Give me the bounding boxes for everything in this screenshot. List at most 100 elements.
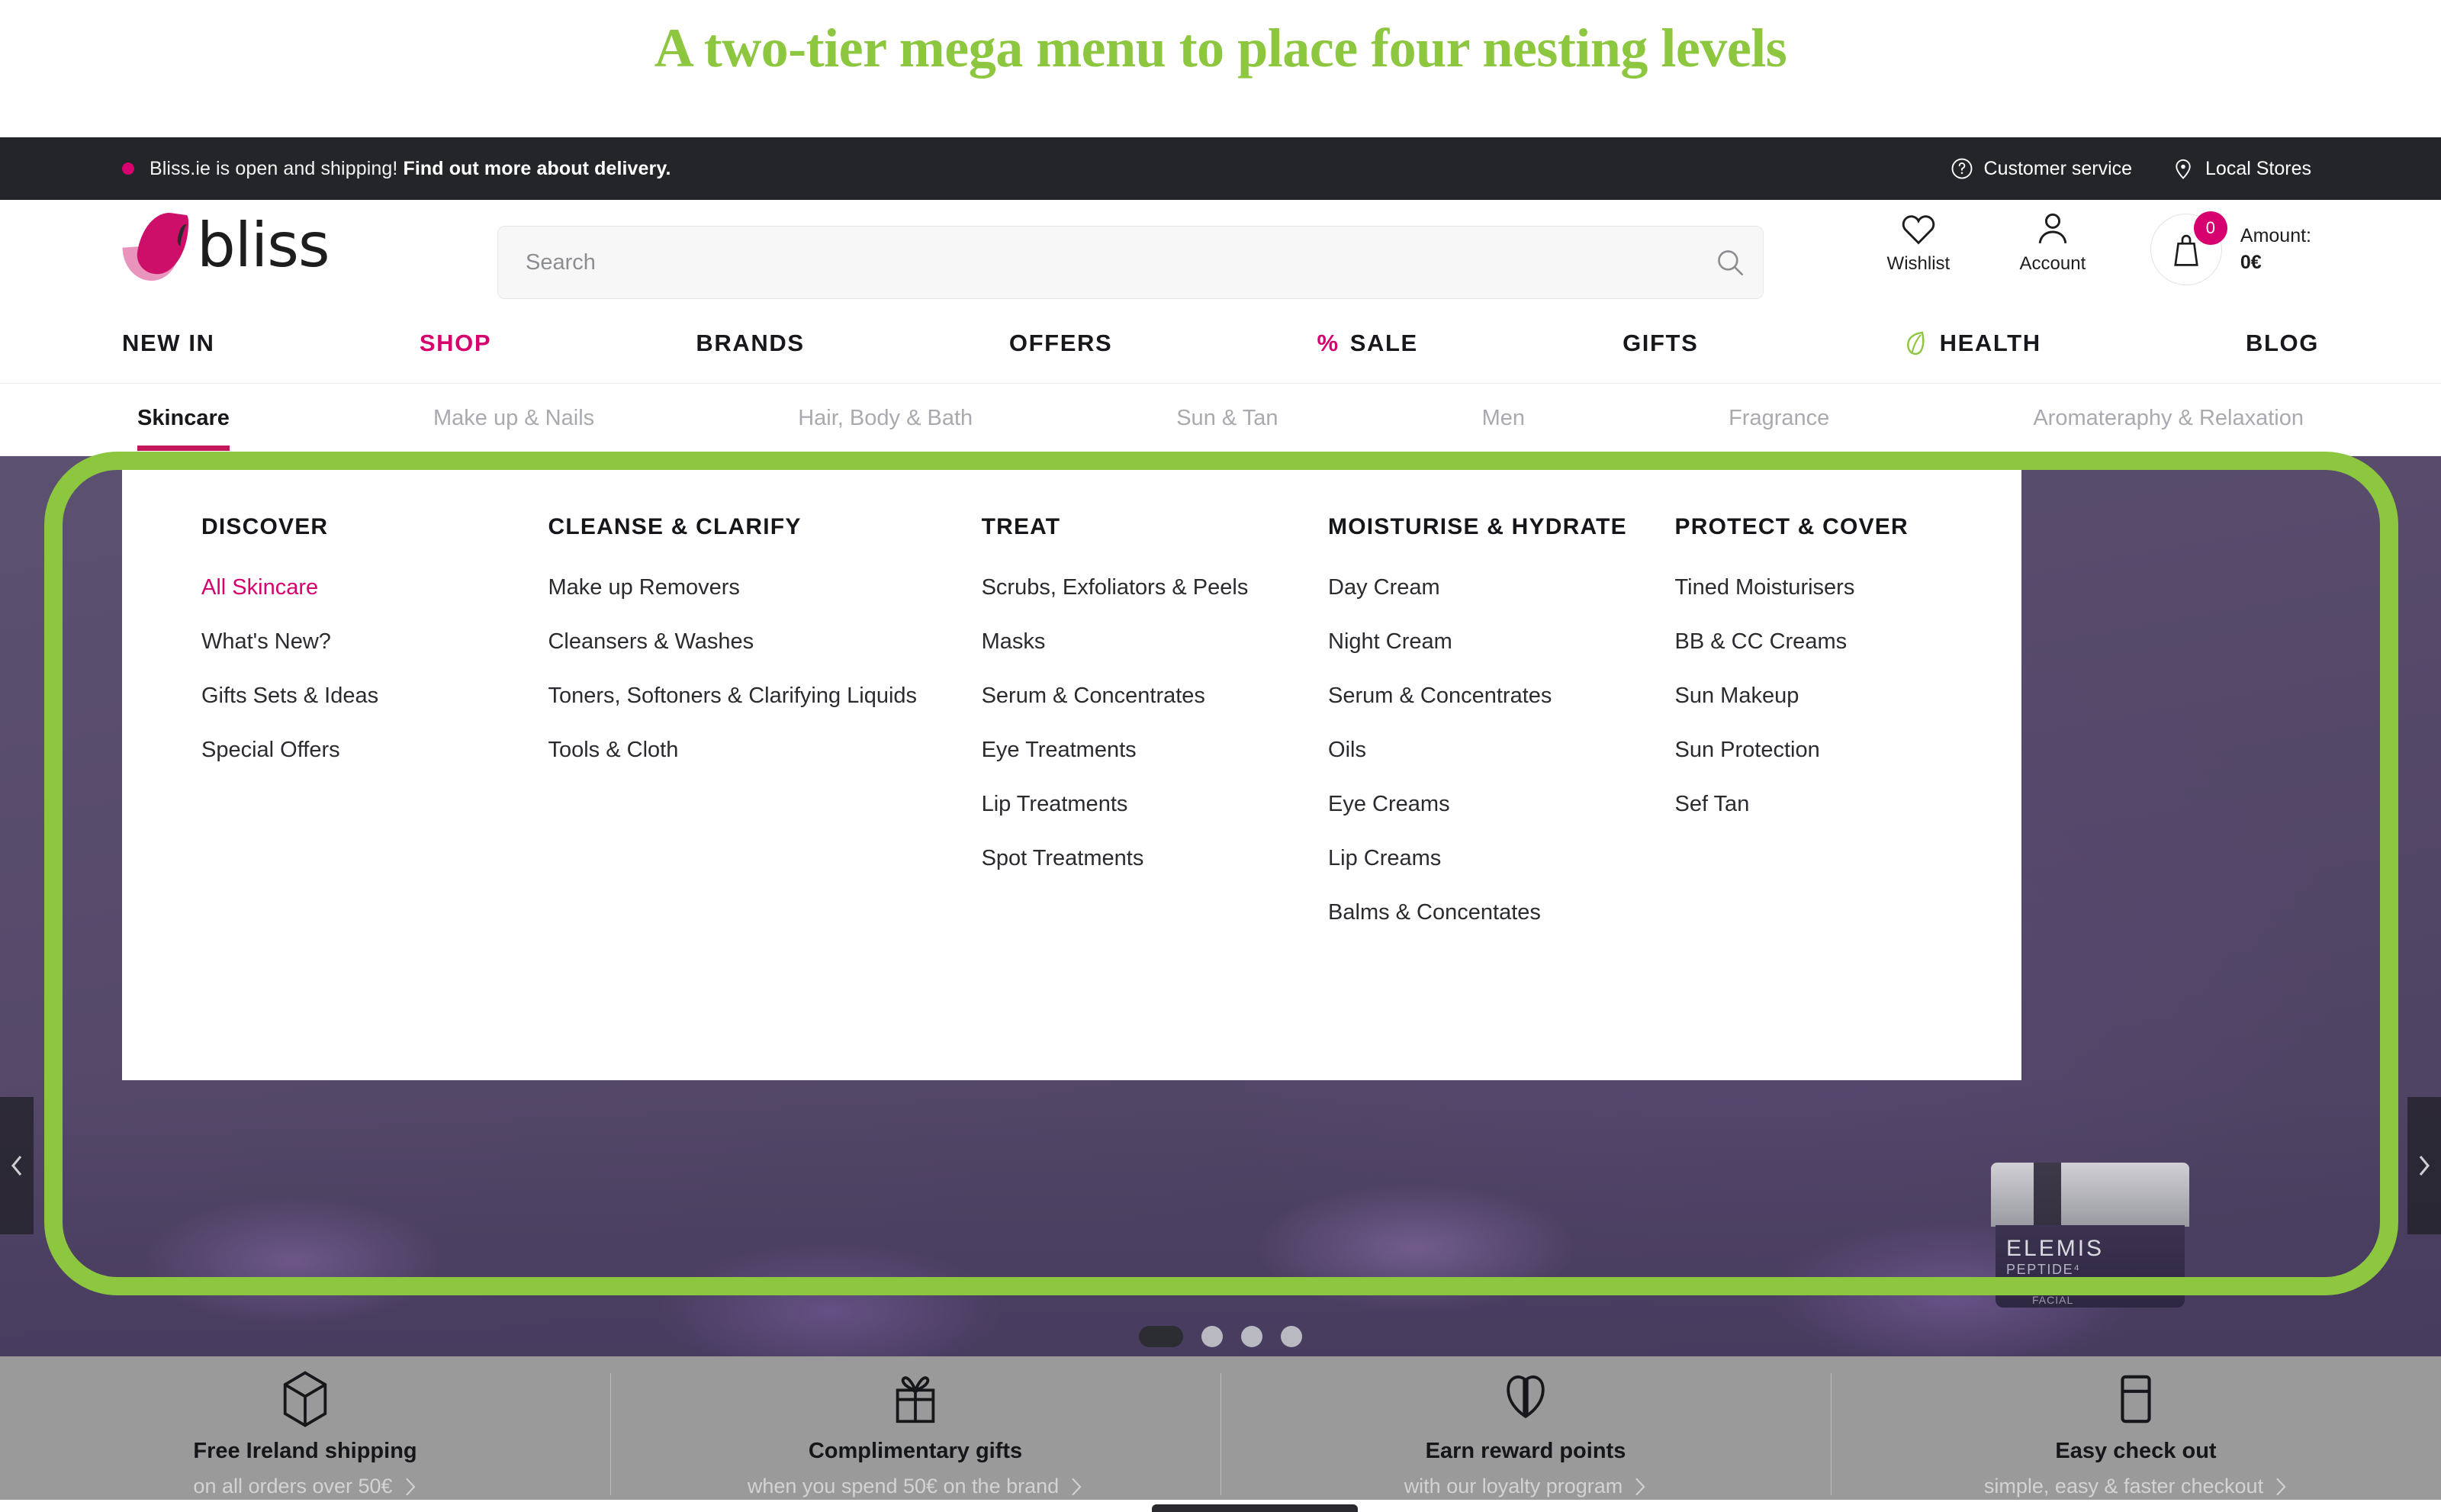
mega-link-sef-tan[interactable]: Sef Tan bbox=[1675, 792, 2021, 817]
mega-link-eye-creams[interactable]: Eye Creams bbox=[1328, 792, 1674, 817]
account-button[interactable]: Account bbox=[1986, 211, 2120, 275]
nav-item-brands[interactable]: BRANDS bbox=[696, 330, 804, 357]
customer-service-link[interactable]: Customer service bbox=[1951, 157, 2133, 180]
tab-makeup-nails[interactable]: Make up & Nails bbox=[433, 389, 594, 451]
browser-bottom-handle bbox=[1152, 1504, 1358, 1512]
product-name: PLUMPING PILLOW FACIAL bbox=[2032, 1282, 2143, 1306]
carousel-prev-button[interactable] bbox=[0, 1097, 34, 1234]
cart-amount: Amount: 0€ bbox=[2240, 225, 2311, 274]
tab-label-aromatherapy-relaxation: Aromateraphy & Relaxation bbox=[2033, 405, 2304, 430]
amount-value: 0€ bbox=[2240, 252, 2262, 273]
column-title-cleanse-clarify: CLEANSE & CLARIFY bbox=[548, 514, 802, 539]
feature-easy-checkout[interactable]: Easy check out simple, easy & faster che… bbox=[1831, 1370, 2441, 1498]
cart-button[interactable]: 0 bbox=[2150, 211, 2227, 285]
sub-navigation-tabs: Skincare Make up & Nails Hair, Body & Ba… bbox=[0, 384, 2441, 456]
mega-link-spot-treatments[interactable]: Spot Treatments bbox=[982, 846, 1328, 871]
tab-sun-tan[interactable]: Sun & Tan bbox=[1176, 389, 1278, 451]
search-submit-button[interactable] bbox=[1697, 226, 1763, 299]
nav-item-sale[interactable]: % SALE bbox=[1317, 330, 1418, 357]
chevron-right-icon bbox=[2419, 1156, 2430, 1176]
carousel-dot-1[interactable] bbox=[1139, 1326, 1183, 1347]
mega-link-all-skincare[interactable]: All Skincare bbox=[201, 575, 548, 600]
mega-column-cleanse-clarify: CLEANSE & CLARIFY Make up Removers Clean… bbox=[548, 514, 981, 954]
nav-item-gifts[interactable]: GIFTS bbox=[1623, 330, 1698, 357]
nav-label-shop: SHOP bbox=[419, 330, 492, 356]
tab-hair-body-bath[interactable]: Hair, Body & Bath bbox=[798, 389, 973, 451]
product-jar-body: ELEMIS PEPTIDE⁴ PLUMPING PILLOW FACIAL bbox=[1996, 1225, 2185, 1308]
mega-link-toners-softoners[interactable]: Toners, Softoners & Clarifying Liquids bbox=[548, 684, 981, 709]
nav-item-offers[interactable]: OFFERS bbox=[1009, 330, 1112, 357]
status-dot-icon bbox=[122, 162, 134, 175]
nav-label-new-in: NEW IN bbox=[122, 330, 215, 356]
mega-link-oils[interactable]: Oils bbox=[1328, 738, 1674, 763]
mega-link-lip-treatments[interactable]: Lip Treatments bbox=[982, 792, 1328, 817]
search-bar[interactable] bbox=[497, 226, 1764, 299]
mega-column-protect-cover: PROTECT & COVER Tined Moisturisers BB & … bbox=[1675, 514, 2021, 954]
tab-aromatherapy-relaxation[interactable]: Aromateraphy & Relaxation bbox=[2033, 389, 2304, 451]
mega-link-make-up-removers[interactable]: Make up Removers bbox=[548, 575, 981, 600]
page-root: A two-tier mega menu to place four nesti… bbox=[0, 0, 2441, 1512]
announcement-text-link[interactable]: Find out more about delivery. bbox=[403, 158, 671, 179]
announcement-text: Bliss.ie is open and shipping! Find out … bbox=[150, 158, 671, 180]
mega-link-gifts-sets-ideas[interactable]: Gifts Sets & Ideas bbox=[201, 684, 548, 709]
mega-link-cleansers-washes[interactable]: Cleansers & Washes bbox=[548, 629, 981, 655]
mega-link-sun-protection[interactable]: Sun Protection bbox=[1675, 738, 2021, 763]
nav-label-gifts: GIFTS bbox=[1623, 330, 1699, 356]
tab-skincare[interactable]: Skincare bbox=[137, 389, 230, 451]
mega-link-lip-creams[interactable]: Lip Creams bbox=[1328, 846, 1674, 871]
local-stores-link[interactable]: Local Stores bbox=[2172, 157, 2311, 180]
mega-link-bb-cc-creams[interactable]: BB & CC Creams bbox=[1675, 629, 2021, 655]
nav-item-new-in[interactable]: NEW IN bbox=[122, 330, 215, 357]
nav-item-shop[interactable]: SHOP bbox=[420, 330, 491, 357]
mega-link-serum-concentrates-moist[interactable]: Serum & Concentrates bbox=[1328, 684, 1674, 709]
mega-link-masks[interactable]: Masks bbox=[982, 629, 1328, 655]
customer-service-label: Customer service bbox=[1983, 157, 2133, 179]
announcement-bar: Bliss.ie is open and shipping! Find out … bbox=[0, 137, 2441, 200]
mega-link-serum-concentrates-treat[interactable]: Serum & Concentrates bbox=[982, 684, 1328, 709]
mega-link-balms-concentates[interactable]: Balms & Concentates bbox=[1328, 900, 1674, 925]
mega-menu-columns: DISCOVER All Skincare What's New? Gifts … bbox=[122, 456, 2021, 954]
nav-label-sale: SALE bbox=[1349, 330, 1418, 356]
column-title-protect-cover: PROTECT & COVER bbox=[1674, 514, 1909, 539]
column-title-moisturise-hydrate: MOISTURISE & HYDRATE bbox=[1328, 514, 1627, 539]
feature-reward-points[interactable]: Earn reward points with our loyalty prog… bbox=[1220, 1370, 1831, 1498]
mega-column-discover: DISCOVER All Skincare What's New? Gifts … bbox=[201, 514, 548, 954]
nav-label-brands: BRANDS bbox=[696, 330, 805, 356]
mega-link-day-cream[interactable]: Day Cream bbox=[1328, 575, 1674, 600]
product-brand: ELEMIS bbox=[2006, 1236, 2105, 1261]
search-input[interactable] bbox=[498, 249, 1697, 275]
carousel-dot-4[interactable] bbox=[1281, 1326, 1302, 1347]
heart-icon bbox=[1899, 211, 1938, 246]
feature-subtitle-complimentary-gifts: when you spend 50€ on the brand bbox=[748, 1475, 1083, 1498]
card-icon bbox=[2111, 1370, 2161, 1428]
feature-subtitle-easy-checkout: simple, easy & faster checkout bbox=[1984, 1475, 2288, 1498]
features-bar: Free Ireland shipping on all orders over… bbox=[0, 1356, 2441, 1512]
mega-link-tools-cloth[interactable]: Tools & Cloth bbox=[548, 738, 981, 763]
carousel-dot-3[interactable] bbox=[1241, 1326, 1262, 1347]
feature-free-shipping[interactable]: Free Ireland shipping on all orders over… bbox=[0, 1371, 610, 1498]
mega-link-scrubs-exfoliators-peels[interactable]: Scrubs, Exfoliators & Peels bbox=[982, 575, 1328, 600]
mega-link-special-offers[interactable]: Special Offers bbox=[201, 738, 548, 763]
carousel-dot-2[interactable] bbox=[1201, 1326, 1223, 1347]
feature-sub-text-3: simple, easy & faster checkout bbox=[1983, 1475, 2264, 1498]
cart-summary[interactable]: 0 Amount: 0€ bbox=[2150, 211, 2311, 285]
mega-link-night-cream[interactable]: Night Cream bbox=[1328, 629, 1674, 655]
tab-fragrance[interactable]: Fragrance bbox=[1729, 389, 1829, 451]
site-logo[interactable]: bliss bbox=[122, 209, 330, 283]
feature-complimentary-gifts[interactable]: Complimentary gifts when you spend 50€ o… bbox=[610, 1373, 1220, 1498]
mega-link-tined-moisturisers[interactable]: Tined Moisturisers bbox=[1675, 575, 2021, 600]
mega-link-eye-treatments[interactable]: Eye Treatments bbox=[982, 738, 1328, 763]
mega-link-whats-new[interactable]: What's New? bbox=[201, 629, 548, 655]
feature-subtitle-free-shipping: on all orders over 50€ bbox=[193, 1475, 416, 1498]
butterfly-icon bbox=[1500, 1370, 1551, 1428]
main-navigation: NEW IN SHOP BRANDS OFFERS % SALE GIFTS H… bbox=[0, 304, 2441, 384]
chevron-right-icon bbox=[2276, 1477, 2286, 1496]
tab-men[interactable]: Men bbox=[1482, 389, 1525, 451]
nav-item-blog[interactable]: BLOG bbox=[2246, 330, 2319, 357]
feature-title-reward-points: Earn reward points bbox=[1425, 1439, 1626, 1463]
wishlist-button[interactable]: Wishlist bbox=[1851, 211, 1986, 275]
mega-link-sun-makeup[interactable]: Sun Makeup bbox=[1675, 684, 2021, 709]
feature-sub-text-0: on all orders over 50€ bbox=[193, 1475, 393, 1498]
nav-item-health[interactable]: HEALTH bbox=[1903, 330, 2041, 357]
carousel-next-button[interactable] bbox=[2407, 1097, 2441, 1234]
